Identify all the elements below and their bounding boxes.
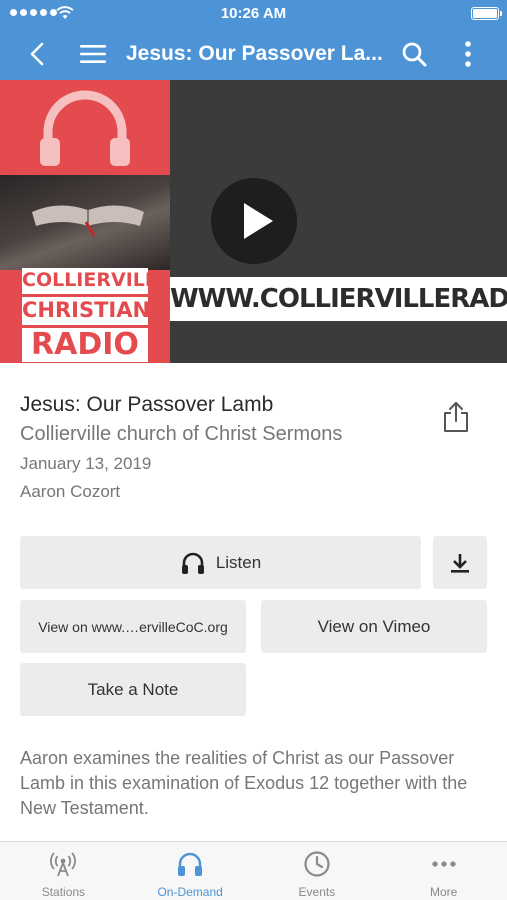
- status-time: 10:26 AM: [220, 5, 287, 22]
- download-icon: [451, 553, 469, 573]
- station-logo: COLLIERVILLE CHRISTIAN RADIO: [0, 80, 170, 363]
- play-button-icon[interactable]: [211, 178, 297, 264]
- clock-icon: [304, 851, 330, 877]
- more-vertical-icon[interactable]: [456, 38, 480, 70]
- listen-label: Listen: [215, 552, 262, 572]
- tab-on-demand[interactable]: On-Demand: [127, 842, 254, 900]
- listen-button[interactable]: Listen: [20, 536, 421, 589]
- tab-events[interactable]: Events: [254, 842, 381, 900]
- sermon-details: Jesus: Our Passover Lamb Collierville ch…: [20, 393, 440, 502]
- tab-more[interactable]: More: [380, 842, 507, 900]
- logo-line-2: CHRISTIAN: [22, 297, 150, 325]
- more-dots-icon: [432, 861, 456, 867]
- battery-icon: [471, 7, 502, 20]
- back-chevron-icon[interactable]: [24, 40, 52, 68]
- status-bar: 10:26 AM: [0, 0, 507, 28]
- antenna-icon: [50, 852, 77, 877]
- take-a-note-button[interactable]: Take a Note: [20, 663, 246, 716]
- tab-bar: Stations On-Demand Events More: [0, 841, 507, 900]
- logo-line-1: COLLIERVILLE: [22, 268, 170, 294]
- sermon-description: Aaron examines the realities of Christ a…: [20, 748, 468, 818]
- navigation-bar: Jesus: Our Passover La...: [0, 28, 507, 80]
- open-book-icon: [32, 205, 144, 237]
- sermon-speaker: Aaron Cozort: [20, 482, 121, 501]
- headphones-logo-icon: [40, 90, 130, 166]
- tab-on-demand-label: On-Demand: [157, 885, 223, 899]
- headphones-icon: [181, 552, 204, 574]
- page-title: Jesus: Our Passover La...: [126, 42, 382, 65]
- tab-events-label: Events: [298, 885, 336, 899]
- hamburger-menu-icon[interactable]: [78, 40, 108, 68]
- search-icon[interactable]: [400, 40, 428, 68]
- logo-line-3: RADIO: [22, 328, 148, 362]
- tab-stations[interactable]: Stations: [0, 842, 127, 900]
- sermon-series: Collierville church of Christ Sermons: [20, 423, 343, 445]
- tab-stations-label: Stations: [41, 885, 86, 899]
- station-url-banner: WWW.COLLIERVILLERADIO.COM: [170, 277, 507, 321]
- download-button[interactable]: [433, 536, 487, 589]
- tab-more-label: More: [429, 885, 458, 899]
- video-player[interactable]: COLLIERVILLE CHRISTIAN RADIO WWW.COLLIER…: [0, 80, 507, 363]
- sermon-date: January 13, 2019: [20, 454, 152, 473]
- share-icon[interactable]: [441, 400, 471, 434]
- headphones-icon: [178, 852, 203, 876]
- sermon-title: Jesus: Our Passover Lamb: [20, 393, 274, 416]
- view-on-vimeo-button[interactable]: View on Vimeo: [261, 600, 487, 653]
- view-on-website-button[interactable]: View on www.…ervilleCoC.org: [20, 600, 246, 653]
